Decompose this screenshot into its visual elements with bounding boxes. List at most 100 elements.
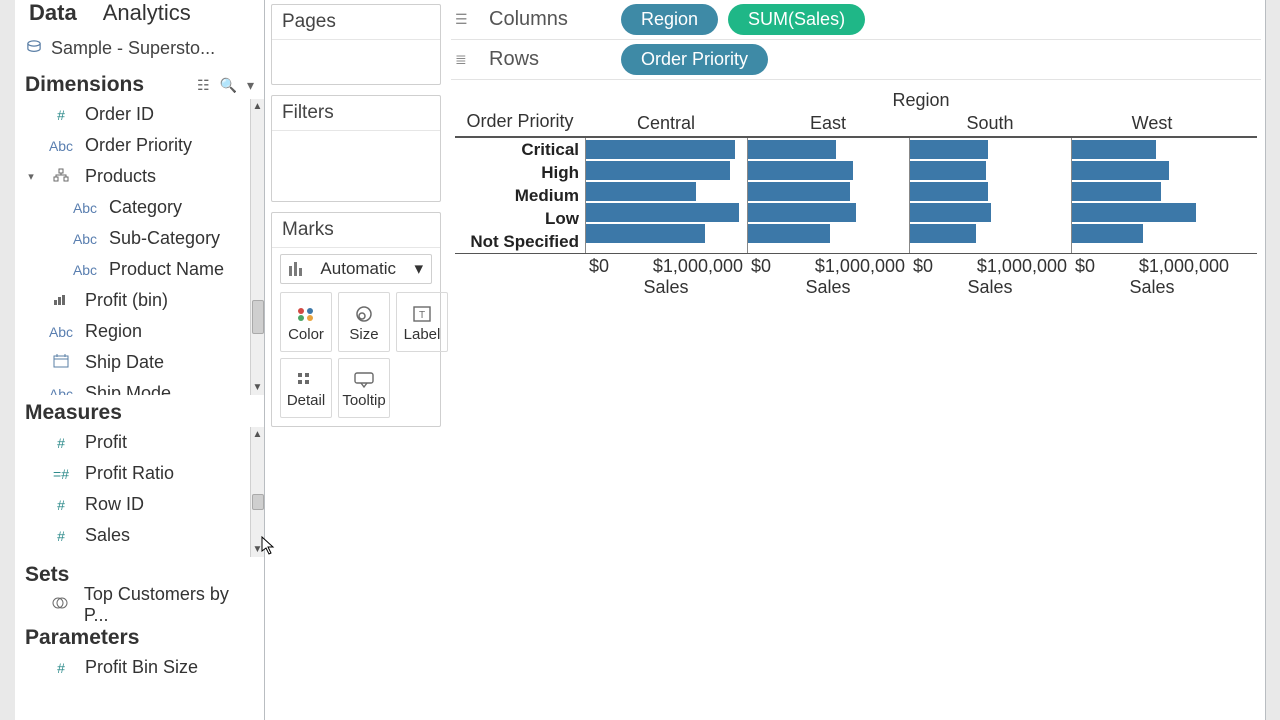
- pill[interactable]: Region: [621, 4, 718, 35]
- pill[interactable]: SUM(Sales): [728, 4, 865, 35]
- field-item[interactable]: #Profit Bin Size: [15, 652, 264, 683]
- row-header[interactable]: Not Specified: [455, 230, 585, 253]
- label-icon: T: [412, 302, 432, 326]
- field-item[interactable]: AbcSub-Category: [15, 223, 264, 254]
- row-header[interactable]: Low: [455, 207, 585, 230]
- expand-icon[interactable]: ▾: [25, 170, 37, 183]
- region-header[interactable]: South: [909, 111, 1071, 136]
- measures-header: Measures: [15, 395, 264, 427]
- scroll-thumb[interactable]: [252, 494, 264, 510]
- viz-area: Region Order Priority CentralEastSouthWe…: [451, 80, 1261, 302]
- bar[interactable]: [1072, 224, 1143, 243]
- field-item[interactable]: Top Customers by P...: [15, 589, 264, 620]
- mark-label[interactable]: T Label: [396, 292, 448, 352]
- set-icon: [45, 596, 76, 613]
- datasource-name: Sample - Supersto...: [51, 38, 215, 59]
- filters-title: Filters: [272, 96, 440, 131]
- row-header[interactable]: Medium: [455, 184, 585, 207]
- bar[interactable]: [1072, 182, 1161, 201]
- region-pane: [1071, 138, 1233, 253]
- field-label: Region: [85, 321, 142, 342]
- x-axis: $0$1,000,000$0$1,000,000$0$1,000,000$0$1…: [455, 253, 1257, 277]
- svg-text:T: T: [419, 310, 425, 321]
- scroll-up-icon[interactable]: ▲: [253, 427, 263, 442]
- bar[interactable]: [748, 161, 853, 180]
- chart-body: CriticalHighMediumLowNot Specified: [455, 136, 1257, 253]
- columns-shelf[interactable]: ☰ Columns RegionSUM(Sales): [451, 0, 1261, 40]
- tab-data[interactable]: Data: [25, 0, 81, 28]
- data-source-row[interactable]: Sample - Supersto...: [15, 32, 264, 67]
- x-axis-title: Sales: [1071, 277, 1233, 302]
- bar[interactable]: [910, 203, 991, 222]
- viz-title: Region: [585, 90, 1257, 111]
- bar[interactable]: [748, 140, 836, 159]
- filters-card[interactable]: Filters: [271, 95, 441, 202]
- rows-icon: ≣: [455, 51, 475, 68]
- bar[interactable]: [910, 182, 988, 201]
- search-icon[interactable]: 🔍: [220, 77, 237, 94]
- field-item[interactable]: #Sales: [15, 520, 264, 551]
- mark-detail[interactable]: Detail: [280, 358, 332, 418]
- field-item[interactable]: #Row ID: [15, 489, 264, 520]
- bar[interactable]: [586, 224, 705, 243]
- field-item[interactable]: =#Profit Ratio: [15, 458, 264, 489]
- field-item[interactable]: ▾Products: [15, 161, 264, 192]
- columns-icon: ☰: [455, 11, 475, 28]
- x-axis-title: Sales: [585, 277, 747, 302]
- marks-card: Marks Automatic ▾ Color: [271, 212, 441, 427]
- x-tick: $1,000,000: [1139, 256, 1229, 277]
- bar[interactable]: [586, 161, 730, 180]
- row-header[interactable]: High: [455, 161, 585, 184]
- tab-analytics[interactable]: Analytics: [99, 0, 195, 28]
- x-tick: $1,000,000: [815, 256, 905, 277]
- pill[interactable]: Order Priority: [621, 44, 768, 75]
- field-label: Order Priority: [85, 135, 192, 156]
- bar[interactable]: [748, 182, 850, 201]
- dropdown-icon[interactable]: ▾: [247, 77, 254, 94]
- bar[interactable]: [748, 203, 856, 222]
- pages-card[interactable]: Pages: [271, 4, 441, 85]
- bar[interactable]: [1072, 203, 1196, 222]
- field-item[interactable]: Profit (bin): [15, 285, 264, 316]
- field-item[interactable]: AbcShip Mode: [15, 378, 264, 395]
- bar[interactable]: [586, 203, 739, 222]
- dimensions-list: ▲ ▼ #Order IDAbcOrder Priority▾ProductsA…: [15, 99, 264, 395]
- mark-tooltip[interactable]: Tooltip: [338, 358, 390, 418]
- scroll-down-icon[interactable]: ▼: [253, 542, 263, 557]
- field-label: Top Customers by P...: [84, 584, 254, 626]
- field-item[interactable]: AbcRegion: [15, 316, 264, 347]
- bar[interactable]: [586, 182, 696, 201]
- bar[interactable]: [586, 140, 735, 159]
- bin-icon: [45, 293, 77, 309]
- scroll-thumb[interactable]: [252, 300, 264, 334]
- bar[interactable]: [910, 161, 986, 180]
- field-item[interactable]: AbcOrder Priority: [15, 130, 264, 161]
- bar[interactable]: [910, 140, 988, 159]
- bar[interactable]: [1072, 161, 1169, 180]
- field-item[interactable]: Ship Date: [15, 347, 264, 378]
- region-header[interactable]: Central: [585, 111, 747, 136]
- bar[interactable]: [910, 224, 976, 243]
- marks-type-select[interactable]: Automatic ▾: [280, 254, 432, 284]
- row-header[interactable]: Critical: [455, 138, 585, 161]
- field-item[interactable]: #Order ID: [15, 99, 264, 130]
- bar[interactable]: [748, 224, 830, 243]
- mark-color[interactable]: Color: [280, 292, 332, 352]
- mark-size[interactable]: Size: [338, 292, 390, 352]
- scroll-down-icon[interactable]: ▼: [253, 380, 263, 395]
- bar[interactable]: [1072, 140, 1156, 159]
- x-tick: $1,000,000: [653, 256, 743, 277]
- x-tick: $1,000,000: [977, 256, 1067, 277]
- field-item[interactable]: #Profit: [15, 427, 264, 458]
- number-icon: =#: [45, 466, 77, 482]
- view-as-icon[interactable]: ☷: [197, 77, 210, 94]
- region-header[interactable]: East: [747, 111, 909, 136]
- scroll-up-icon[interactable]: ▲: [253, 99, 263, 114]
- abc-icon: Abc: [69, 262, 101, 278]
- rows-shelf[interactable]: ≣ Rows Order Priority: [451, 40, 1261, 80]
- region-header[interactable]: West: [1071, 111, 1233, 136]
- field-item[interactable]: AbcProduct Name: [15, 254, 264, 285]
- row-header-title: Order Priority: [455, 111, 585, 136]
- field-label: Sales: [85, 525, 130, 546]
- field-item[interactable]: AbcCategory: [15, 192, 264, 223]
